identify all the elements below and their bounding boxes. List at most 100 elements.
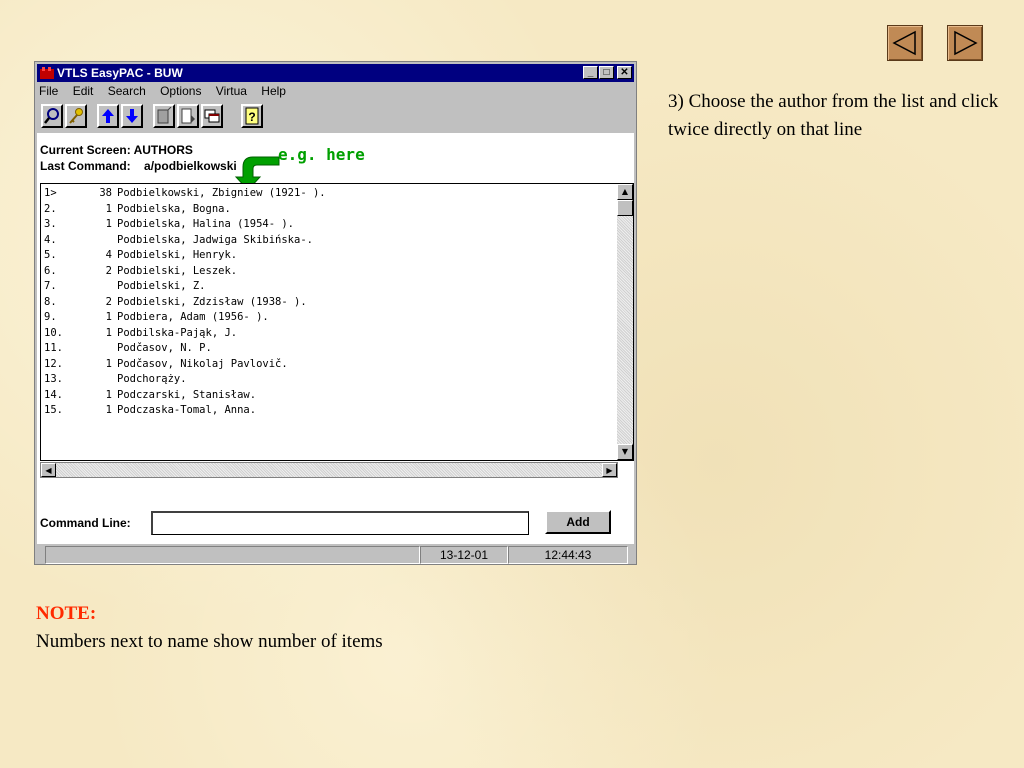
author-row[interactable]: 1> 38 Podbielkowski, Zbigniew (1921- ). xyxy=(44,186,616,202)
scroll-thumb[interactable] xyxy=(617,200,633,216)
search-icon xyxy=(44,108,59,124)
item-count: 1 xyxy=(105,218,112,230)
status-message xyxy=(45,546,420,564)
menu-help[interactable]: Help xyxy=(261,84,286,98)
author-row[interactable]: 6. 2 Podbielski, Leszek. xyxy=(44,264,616,280)
author-row[interactable]: 8. 2 Podbielski, Zdzisław (1938- ). xyxy=(44,295,616,311)
row-number: 9. xyxy=(44,311,57,323)
row-number: 5. xyxy=(44,249,57,261)
content-area: Current Screen: AUTHORS Last Command: a/… xyxy=(37,133,634,544)
author-name: Podčasov, N. P. xyxy=(117,342,212,354)
next-slide-button[interactable] xyxy=(947,25,983,61)
horizontal-scrollbar[interactable]: ◀ ▶ xyxy=(40,462,618,478)
author-row[interactable]: 3. 1 Podbielska, Halina (1954- ). xyxy=(44,217,616,233)
item-count: 1 xyxy=(105,357,112,370)
row-number: 8. xyxy=(44,295,57,308)
row-number: 11. xyxy=(44,342,63,354)
window-title: VTLS EasyPAC - BUW xyxy=(57,66,183,80)
vertical-scrollbar[interactable]: ▲ ▼ xyxy=(617,184,633,460)
scroll-right-button[interactable]: ▶ xyxy=(602,463,617,477)
author-row[interactable]: 11. Podčasov, N. P. xyxy=(44,341,616,357)
windows-icon xyxy=(204,109,220,123)
row-number: 7. xyxy=(44,280,57,292)
previous-slide-button[interactable] xyxy=(887,25,923,61)
author-name: Podčasov, Nikolaj Pavlovič. xyxy=(117,357,288,370)
menu-edit[interactable]: Edit xyxy=(73,84,94,98)
author-row[interactable]: 5. 4 Podbielski, Henryk. xyxy=(44,248,616,264)
key-button[interactable] xyxy=(65,104,87,128)
key-icon xyxy=(69,108,83,124)
author-name: Podbielkowski, Zbigniew (1921- ). xyxy=(117,187,326,199)
author-row[interactable]: 9. 1 Podbiera, Adam (1956- ). xyxy=(44,310,616,326)
author-list[interactable]: 1> 38 Podbielkowski, Zbigniew (1921- ). 2. 1… xyxy=(40,183,634,461)
next-page-button[interactable] xyxy=(177,104,199,128)
document-icon xyxy=(157,107,172,124)
close-button[interactable]: ✕ xyxy=(617,66,632,79)
author-name: Podbielski, Henryk. xyxy=(117,249,238,261)
status-date: 13-12-01 xyxy=(420,546,508,564)
author-row[interactable]: 10. 1 Podbilska-Pająk, J. xyxy=(44,326,616,342)
row-number: 15. xyxy=(44,404,63,416)
status-time: 12:44:43 xyxy=(508,546,628,564)
add-button[interactable]: Add xyxy=(545,510,611,534)
row-number: 1> xyxy=(44,187,57,199)
author-name: Podbielska, Halina (1954- ). xyxy=(117,218,295,230)
scroll-up-button[interactable]: ▲ xyxy=(617,184,633,200)
previous-record-button[interactable] xyxy=(97,104,119,128)
author-row[interactable]: 13. Podchorąży. xyxy=(44,372,616,388)
menu-bar: File Edit Search Options Virtua Help xyxy=(39,84,297,102)
search-button[interactable] xyxy=(41,104,63,128)
arrow-up-icon xyxy=(102,109,114,123)
row-number: 6. xyxy=(44,264,57,277)
arrow-down-icon xyxy=(126,109,138,123)
author-rows: 1> 38 Podbielkowski, Zbigniew (1921- ). 2. 1… xyxy=(44,186,616,419)
item-count: 1 xyxy=(105,404,112,416)
svg-text:?: ? xyxy=(248,110,255,124)
scroll-down-button[interactable]: ▼ xyxy=(617,444,633,460)
help-button[interactable]: ? xyxy=(241,104,263,128)
windows-button[interactable] xyxy=(201,104,223,128)
author-row[interactable]: 2. 1 Podbielska, Bogna. xyxy=(44,202,616,218)
author-name: Podbielski, Z. xyxy=(117,280,206,292)
command-line-input[interactable] xyxy=(151,511,529,535)
author-row[interactable]: 15. 1 Podczaska-Tomal, Anna. xyxy=(44,403,616,419)
note-text: Numbers next to name show number of item… xyxy=(36,631,383,652)
author-name: Podbielska, Jadwiga Skibińska-. xyxy=(117,233,313,246)
next-slide-icon xyxy=(954,30,978,56)
slide-instruction: 3) Choose the author from the list and c… xyxy=(668,91,999,140)
row-number: 13. xyxy=(44,373,63,385)
minimize-button[interactable]: _ xyxy=(583,66,598,79)
menu-search[interactable]: Search xyxy=(108,84,146,98)
menu-virtua[interactable]: Virtua xyxy=(216,84,247,98)
item-count: 38 xyxy=(99,187,112,199)
last-command-label: Last Command: xyxy=(40,159,131,173)
author-name: Podbielski, Zdzisław (1938- ). xyxy=(117,295,307,308)
annotation-label: e.g. here xyxy=(278,145,365,164)
menu-options[interactable]: Options xyxy=(160,84,201,98)
row-number: 10. xyxy=(44,326,63,339)
author-name: Podbielski, Leszek. xyxy=(117,264,238,277)
title-bar[interactable]: VTLS EasyPAC - BUW _ □ ✕ xyxy=(37,64,634,82)
next-record-button[interactable] xyxy=(121,104,143,128)
scroll-left-button[interactable]: ◀ xyxy=(41,463,56,477)
document-button[interactable] xyxy=(153,104,175,128)
app-icon xyxy=(40,67,54,79)
item-count: 2 xyxy=(105,295,112,308)
item-count: 1 xyxy=(105,326,112,339)
item-count: 1 xyxy=(105,388,112,401)
item-count: 1 xyxy=(105,311,112,323)
menu-file[interactable]: File xyxy=(39,84,58,98)
author-name: Podczarski, Stanisław. xyxy=(117,388,257,401)
note-title: NOTE: xyxy=(36,603,97,624)
author-name: Podbiera, Adam (1956- ). xyxy=(117,311,269,323)
row-number: 14. xyxy=(44,388,63,401)
help-icon: ? xyxy=(245,107,259,125)
item-count: 1 xyxy=(105,202,112,215)
next-page-icon xyxy=(181,108,195,124)
author-row[interactable]: 12. 1 Podčasov, Nikolaj Pavlovič. xyxy=(44,357,616,373)
author-row[interactable]: 14. 1 Podczarski, Stanisław. xyxy=(44,388,616,404)
author-row[interactable]: 7. Podbielski, Z. xyxy=(44,279,616,295)
author-row[interactable]: 4. Podbielska, Jadwiga Skibińska-. xyxy=(44,233,616,249)
previous-slide-icon xyxy=(892,30,916,56)
maximize-button[interactable]: □ xyxy=(599,66,614,79)
